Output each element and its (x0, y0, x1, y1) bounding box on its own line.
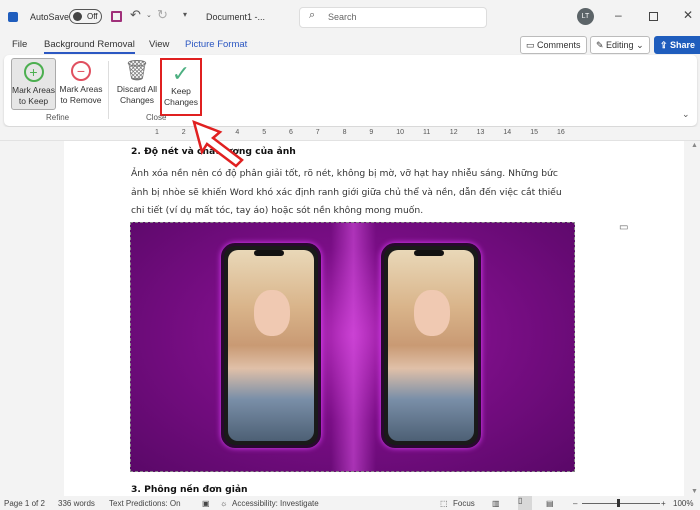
plus-pencil-icon: + (12, 59, 55, 85)
editing-button[interactable]: ✎ Editing ⌄ (590, 36, 650, 54)
zoom-in-button[interactable]: + (661, 499, 666, 508)
word-logo-icon (8, 12, 18, 22)
share-icon: ⇪ (660, 40, 671, 50)
ruler-number: 1 (155, 129, 159, 136)
scroll-down-icon[interactable]: ▼ (691, 488, 698, 495)
read-mode-icon[interactable]: ▥ (492, 499, 500, 508)
redo-icon[interactable]: ↻ (157, 7, 168, 23)
selected-image[interactable] (130, 222, 575, 472)
phone-image-right (381, 243, 481, 448)
ruler-number: 13 (476, 129, 485, 136)
paragraph: Ảnh xóa nền nên có độ phân giải tốt, rõ … (131, 168, 562, 216)
heading-simple-background: 3. Phông nền đơn giản (131, 484, 248, 495)
autosave-toggle[interactable]: Off (69, 9, 102, 24)
maximize-button[interactable] (649, 12, 658, 21)
ruler-number: 16 (557, 129, 565, 136)
phone-image-left (221, 243, 321, 448)
label: Mark Areas (12, 85, 55, 95)
checkmark-icon: ✓ (171, 60, 191, 86)
focus-icon: ⬚ (440, 499, 448, 508)
zoom-out-button[interactable]: – (573, 499, 577, 508)
label: Changes (163, 97, 199, 107)
comment-icon: ▭ (526, 40, 538, 50)
ruler-number: 12 (449, 129, 458, 136)
status-bar: Page 1 of 2 336 words Text Predictions: … (0, 496, 700, 510)
ruler-number: 15 (530, 129, 538, 136)
zoom-slider-thumb[interactable] (617, 499, 620, 507)
search-input[interactable]: Search (299, 7, 487, 28)
keep-changes-button[interactable]: ✓ Keep Changes (160, 58, 202, 116)
minus-pencil-icon: − (58, 58, 104, 84)
discard-all-changes-button[interactable]: 🗑 Discard All Changes (114, 58, 160, 110)
tab-file[interactable]: File (12, 39, 27, 50)
tab-view[interactable]: View (149, 39, 169, 50)
group-close-label: Close (146, 113, 167, 122)
undo-dropdown-icon[interactable]: ⌄ (146, 11, 152, 19)
ruler-number: 10 (396, 129, 404, 136)
text-predictions[interactable]: Text Predictions: On (109, 499, 181, 508)
collapse-ribbon-icon[interactable]: ⌄ (682, 109, 690, 120)
web-layout-icon[interactable]: ▤ (546, 499, 554, 508)
ruler-number: 8 (342, 129, 347, 136)
label: Discard All (116, 84, 158, 94)
scroll-up-icon[interactable]: ▲ (691, 142, 698, 149)
share-button[interactable]: ⇪ Share (654, 36, 700, 54)
comments-button[interactable]: ▭ Comments (520, 36, 587, 54)
ruler-number: 14 (503, 129, 512, 136)
comment-icon[interactable]: ▭ (619, 222, 628, 233)
autosave-label: AutoSave (30, 12, 70, 22)
zoom-level[interactable]: 100% (673, 499, 693, 508)
print-layout-icon[interactable]: ▯ (518, 496, 532, 510)
focus-button[interactable]: Focus (453, 499, 475, 508)
label: Keep (171, 86, 191, 96)
horizontal-ruler[interactable]: 12345678910111213141516 (0, 127, 700, 141)
customize-qat-icon[interactable]: ▾ (183, 10, 187, 19)
save-icon[interactable] (111, 11, 122, 22)
undo-icon[interactable]: ↶ (130, 7, 141, 23)
share-label: Share (670, 40, 696, 50)
word-count[interactable]: 336 words (58, 499, 95, 508)
label: Changes (119, 95, 155, 105)
mark-areas-to-remove-button[interactable]: − Mark Areas to Remove (58, 58, 104, 110)
label: Mark Areas (59, 84, 103, 94)
vertical-scrollbar[interactable]: ▲ ▼ (688, 141, 700, 496)
accessibility-status[interactable]: Accessibility: Investigate (232, 499, 319, 508)
ribbon: + Mark Areas to Keep − Mark Areas to Remov… (4, 55, 697, 126)
tab-background-removal[interactable]: Background Removal (44, 39, 135, 54)
vertical-ruler[interactable] (0, 141, 14, 496)
pencil-icon: ✎ (596, 40, 607, 50)
ruler-number: 9 (369, 129, 374, 136)
mark-areas-to-keep-button[interactable]: + Mark Areas to Keep (11, 58, 56, 110)
close-button[interactable]: ✕ (683, 8, 693, 22)
tab-picture-format[interactable]: Picture Format (185, 39, 247, 50)
page-count[interactable]: Page 1 of 2 (4, 499, 45, 508)
ruler-number: 6 (289, 129, 293, 136)
accessibility-icon: ☼ (220, 499, 228, 508)
search-icon: ⌕ (309, 9, 316, 21)
group-refine-label: Refine (46, 113, 70, 122)
avatar[interactable]: LT (577, 8, 594, 25)
label: to Remove (60, 95, 102, 105)
ruler-number: 11 (423, 129, 431, 136)
minimize-button[interactable]: – (615, 8, 622, 22)
macro-icon[interactable]: ▣ (202, 499, 210, 508)
title-bar: AutoSave Off ↶ ⌄ ↻ ▾ Document1 -... Sear… (0, 0, 700, 34)
ruler-number: 7 (315, 129, 320, 136)
label: to Keep (18, 96, 49, 106)
comments-label: Comments (537, 40, 581, 50)
divider (108, 61, 109, 119)
ruler-number: 5 (262, 129, 267, 136)
red-arrow-annotation (192, 119, 244, 168)
zoom-slider[interactable] (582, 503, 660, 504)
editing-label: Editing (606, 40, 634, 50)
document-title: Document1 -... (206, 12, 266, 22)
light-beam (331, 223, 376, 471)
trash-icon: 🗑 (124, 59, 150, 82)
